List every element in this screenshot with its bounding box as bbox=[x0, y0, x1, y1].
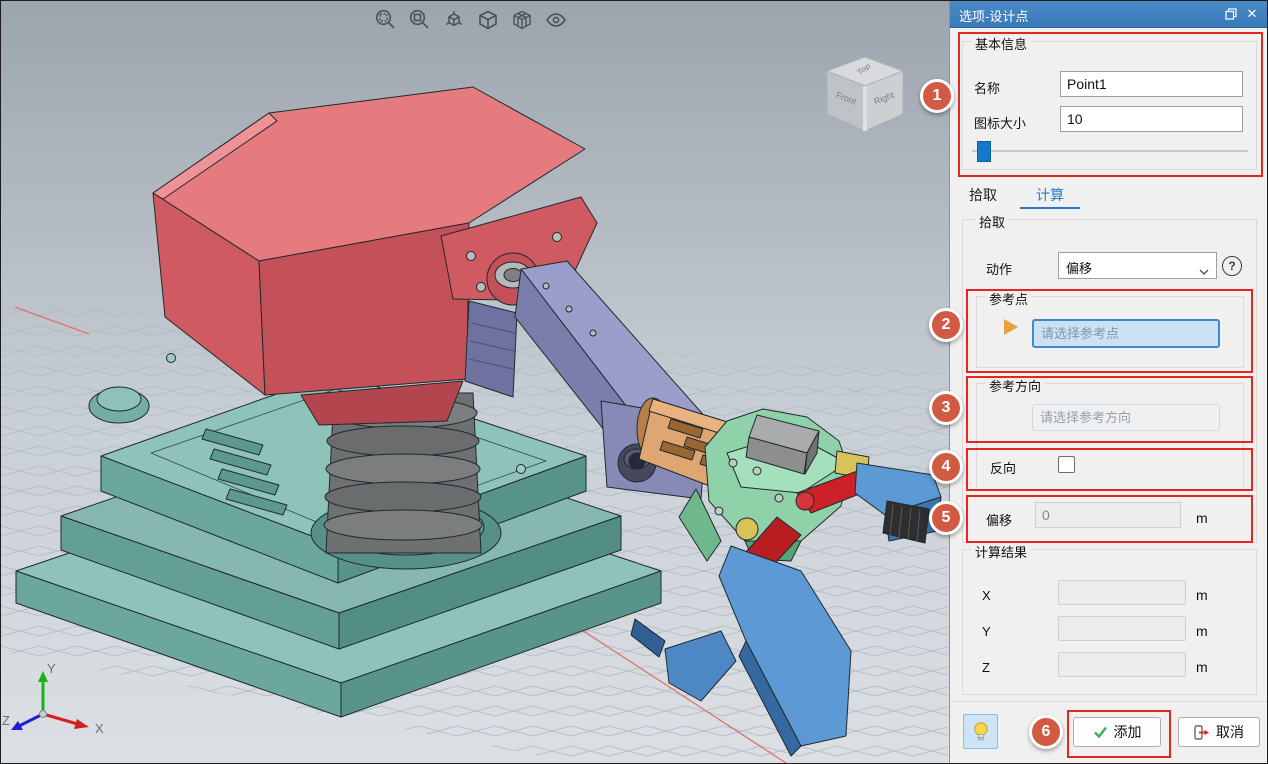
reference-direction-input[interactable] bbox=[1032, 404, 1220, 431]
iso-view-icon[interactable] bbox=[441, 7, 467, 33]
tab-active-underline bbox=[1020, 207, 1080, 209]
check-icon bbox=[1093, 725, 1108, 739]
panel-titlebar: 选项-设计点 ✕ bbox=[950, 1, 1267, 28]
exit-icon bbox=[1194, 725, 1210, 740]
cancel-button-label: 取消 bbox=[1216, 722, 1244, 742]
lightbulb-icon bbox=[972, 721, 990, 743]
triad-y-label: Y bbox=[47, 661, 56, 676]
action-label: 动作 bbox=[986, 259, 1012, 278]
basic-info-group-label: 基本信息 bbox=[971, 34, 1031, 53]
slider-handle[interactable] bbox=[977, 141, 991, 162]
offset-unit: m bbox=[1196, 510, 1208, 526]
viewport-3d[interactable]: Top Front Right Y X Z bbox=[1, 1, 949, 763]
result-x-unit: m bbox=[1196, 587, 1208, 603]
pick-active-icon[interactable] bbox=[1004, 319, 1018, 335]
action-dropdown[interactable]: 偏移 bbox=[1058, 252, 1217, 279]
zoom-fit-icon[interactable] bbox=[373, 7, 399, 33]
result-z-unit: m bbox=[1196, 659, 1208, 675]
hint-bulb-button[interactable] bbox=[963, 714, 998, 749]
name-label: 名称 bbox=[974, 78, 1000, 97]
step-badge-5: 5 bbox=[929, 501, 963, 535]
result-y-unit: m bbox=[1196, 623, 1208, 639]
tab-pick[interactable]: 拾取 bbox=[969, 185, 997, 205]
name-field[interactable] bbox=[1060, 71, 1243, 97]
tab-calc[interactable]: 计算 bbox=[1020, 185, 1080, 205]
footer-separator bbox=[950, 701, 1268, 702]
result-x-label: X bbox=[982, 588, 991, 603]
reverse-checkbox[interactable] bbox=[1058, 456, 1075, 473]
result-y-field[interactable] bbox=[1058, 616, 1186, 641]
app-window: Top Front Right Y X Z 选项-设计点 ✕ bbox=[0, 0, 1268, 764]
step-badge-6: 6 bbox=[1029, 715, 1063, 749]
reverse-label: 反向 bbox=[990, 458, 1016, 477]
icon-size-slider[interactable] bbox=[972, 141, 1248, 161]
slider-track[interactable] bbox=[972, 150, 1248, 152]
step-badge-4: 4 bbox=[929, 450, 963, 484]
step-badge-1: 1 bbox=[920, 79, 954, 113]
step-badge-2: 2 bbox=[929, 308, 963, 342]
help-icon[interactable]: ? bbox=[1222, 256, 1242, 276]
view-cube[interactable]: Top Front Right bbox=[819, 53, 911, 141]
zoom-area-icon[interactable] bbox=[407, 7, 433, 33]
step-badge-3: 3 bbox=[929, 391, 963, 425]
add-button-label: 添加 bbox=[1114, 722, 1142, 742]
add-button[interactable]: 添加 bbox=[1073, 717, 1161, 747]
scene-canvas[interactable] bbox=[1, 1, 949, 763]
triad-z-label: Z bbox=[2, 713, 10, 728]
result-x-field[interactable] bbox=[1058, 580, 1186, 605]
options-panel: 选项-设计点 ✕ 基本信息 名称 图标大小 拾取 计算 拾取 动作 bbox=[949, 1, 1267, 763]
action-dropdown-value: 偏移 bbox=[1066, 258, 1092, 277]
result-z-field[interactable] bbox=[1058, 652, 1186, 677]
cells-view-icon[interactable] bbox=[509, 7, 535, 33]
float-window-icon[interactable] bbox=[1223, 6, 1239, 22]
results-group-label: 计算结果 bbox=[971, 542, 1031, 561]
reference-point-input[interactable] bbox=[1032, 319, 1220, 348]
viewport-toolbar bbox=[373, 7, 569, 37]
reference-point-group-label: 参考点 bbox=[985, 289, 1032, 308]
cancel-button[interactable]: 取消 bbox=[1178, 717, 1260, 747]
panel-title: 选项-设计点 bbox=[959, 6, 1028, 25]
triad-x-label: X bbox=[95, 721, 104, 736]
offset-field[interactable] bbox=[1035, 502, 1181, 528]
result-y-label: Y bbox=[982, 624, 991, 639]
offset-label: 偏移 bbox=[986, 510, 1012, 529]
result-z-label: Z bbox=[982, 660, 990, 675]
pick-group-label: 拾取 bbox=[975, 212, 1009, 231]
icon-size-label: 图标大小 bbox=[974, 113, 1026, 132]
close-icon[interactable]: ✕ bbox=[1244, 6, 1260, 22]
chevron-down-icon bbox=[1199, 263, 1209, 278]
solid-view-icon[interactable] bbox=[475, 7, 501, 33]
icon-size-field[interactable] bbox=[1060, 106, 1243, 132]
reference-direction-group-label: 参考方向 bbox=[985, 376, 1045, 395]
reference-direction-group: 参考方向 bbox=[976, 383, 1244, 490]
axis-triad: Y X Z bbox=[1, 653, 121, 763]
visibility-icon[interactable] bbox=[543, 7, 569, 33]
